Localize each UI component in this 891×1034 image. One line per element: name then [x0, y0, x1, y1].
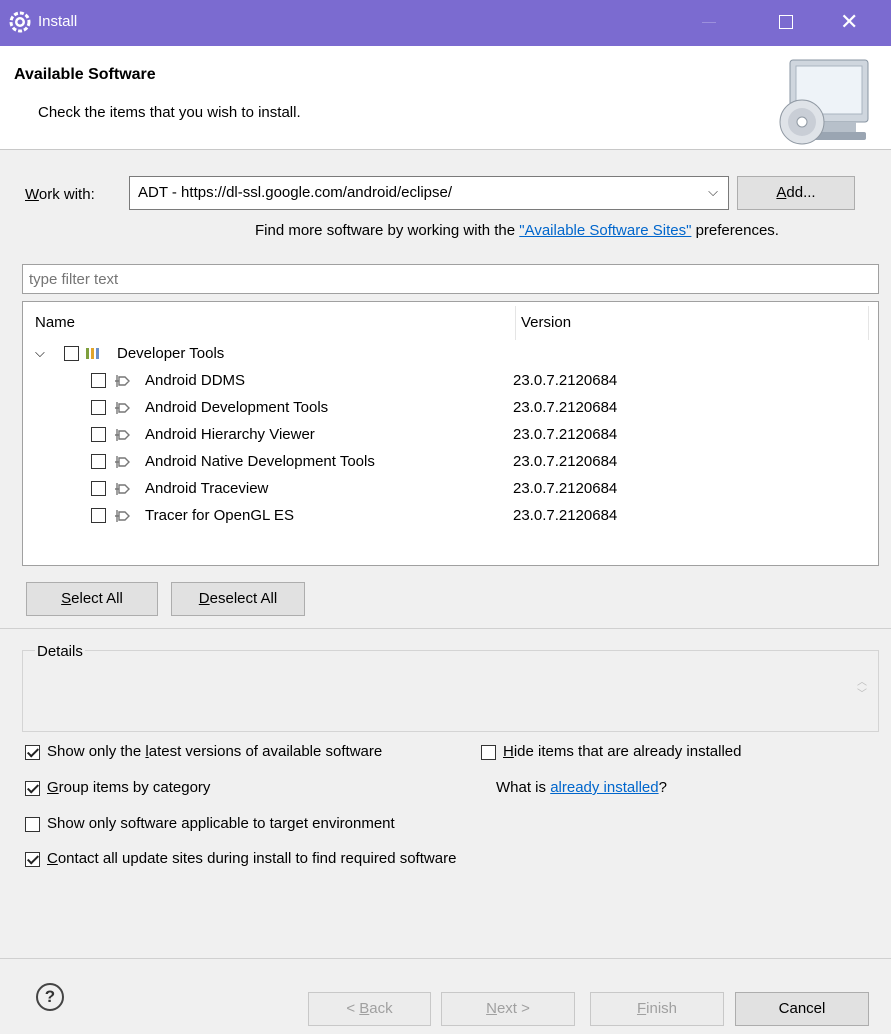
- tree-row[interactable]: Tracer for OpenGL ES 23.0.7.2120684: [23, 504, 878, 531]
- hide-installed-checkbox[interactable]: [481, 745, 496, 760]
- wizard-header: Available Software Check the items that …: [0, 46, 891, 150]
- item-version: 23.0.7.2120684: [513, 399, 618, 416]
- back-button[interactable]: < Back: [308, 992, 431, 1026]
- item-version: 23.0.7.2120684: [513, 507, 618, 524]
- find-more-text: Find more software by working with the "…: [255, 222, 779, 239]
- minimize-button[interactable]: [702, 22, 716, 23]
- item-checkbox[interactable]: [91, 427, 106, 442]
- work-with-combo[interactable]: ADT - https://dl-ssl.google.com/android/…: [129, 176, 729, 210]
- title-bar: Install ✕: [0, 0, 891, 46]
- available-software-sites-link[interactable]: "Available Software Sites": [519, 222, 691, 239]
- item-name: Android Development Tools: [145, 399, 329, 416]
- group-by-category-checkbox[interactable]: [25, 781, 40, 796]
- item-version: 23.0.7.2120684: [513, 480, 618, 497]
- plugin-icon: [115, 429, 130, 441]
- add-button[interactable]: Add...: [737, 176, 855, 210]
- already-installed-link[interactable]: already installed: [550, 779, 658, 796]
- maximize-button[interactable]: [779, 15, 793, 29]
- item-checkbox[interactable]: [91, 400, 106, 415]
- item-checkbox[interactable]: [91, 481, 106, 496]
- close-icon[interactable]: ✕: [840, 9, 858, 35]
- work-with-label: Work with:: [25, 186, 95, 203]
- window-title: Install: [38, 13, 78, 30]
- page-subtitle: Check the items that you wish to install…: [38, 104, 301, 121]
- plugin-icon: [115, 456, 130, 468]
- help-icon[interactable]: ?: [36, 983, 64, 1011]
- details-group: Details ︿ ﹀: [22, 643, 879, 732]
- plugin-icon: [115, 402, 130, 414]
- item-name: Android DDMS: [145, 372, 246, 389]
- item-name: Android Hierarchy Viewer: [145, 426, 315, 443]
- tree-row[interactable]: Android Hierarchy Viewer 23.0.7.2120684: [23, 423, 878, 450]
- contact-update-sites-checkbox[interactable]: [25, 852, 40, 867]
- tree-row[interactable]: Android DDMS 23.0.7.2120684: [23, 369, 878, 396]
- work-with-value: ADT - https://dl-ssl.google.com/android/…: [138, 184, 453, 201]
- details-scroll-spinner[interactable]: ︿ ﹀: [856, 677, 868, 705]
- next-button[interactable]: Next >: [441, 992, 575, 1026]
- plugin-icon: [115, 483, 130, 495]
- item-version: 23.0.7.2120684: [513, 372, 618, 389]
- software-tree: Name Version ⌵ Developer Tools Android D…: [22, 301, 879, 566]
- latest-versions-label: Show only the latest versions of availab…: [47, 743, 383, 760]
- latest-versions-checkbox[interactable]: [25, 745, 40, 760]
- finish-button[interactable]: Finish: [590, 992, 724, 1026]
- category-checkbox[interactable]: [64, 346, 79, 361]
- select-all-button[interactable]: Select All: [26, 582, 158, 616]
- item-version: 23.0.7.2120684: [513, 453, 618, 470]
- column-header-name[interactable]: Name: [35, 314, 75, 331]
- group-by-category-label: Group items by category: [47, 779, 211, 796]
- tree-row[interactable]: Android Development Tools 23.0.7.2120684: [23, 396, 878, 423]
- target-environment-label: Show only software applicable to target …: [47, 815, 395, 832]
- item-name: Android Traceview: [145, 480, 269, 497]
- target-environment-checkbox[interactable]: [25, 817, 40, 832]
- tree-row[interactable]: Android Traceview 23.0.7.2120684: [23, 477, 878, 504]
- eclipse-gear-icon: [9, 11, 31, 33]
- page-title: Available Software: [14, 66, 156, 83]
- hide-installed-label: Hide items that are already installed: [503, 743, 742, 760]
- deselect-all-button[interactable]: Deselect All: [171, 582, 305, 616]
- column-header-version[interactable]: Version: [521, 314, 571, 331]
- item-version: 23.0.7.2120684: [513, 426, 618, 443]
- item-name: Android Native Development Tools: [145, 453, 375, 470]
- chevron-down-icon[interactable]: ⌵: [35, 345, 45, 361]
- what-is-installed-text: What is already installed?: [496, 779, 667, 796]
- install-monitor-cd-icon: [779, 59, 869, 145]
- filter-input[interactable]: [22, 264, 879, 294]
- category-label: Developer Tools: [117, 345, 225, 362]
- item-checkbox[interactable]: [91, 373, 106, 388]
- plugin-icon: [115, 510, 130, 522]
- chevron-down-icon[interactable]: ⌵: [708, 184, 718, 200]
- tree-row-category[interactable]: ⌵ Developer Tools: [23, 342, 878, 369]
- cancel-button[interactable]: Cancel: [735, 992, 869, 1026]
- details-label: Details: [35, 643, 85, 660]
- tree-row[interactable]: Android Native Development Tools 23.0.7.…: [23, 450, 878, 477]
- item-checkbox[interactable]: [91, 508, 106, 523]
- plugin-icon: [115, 375, 130, 387]
- item-name: Tracer for OpenGL ES: [145, 507, 294, 524]
- contact-update-sites-label: Contact all update sites during install …: [47, 850, 457, 867]
- category-icon: [86, 348, 99, 359]
- item-checkbox[interactable]: [91, 454, 106, 469]
